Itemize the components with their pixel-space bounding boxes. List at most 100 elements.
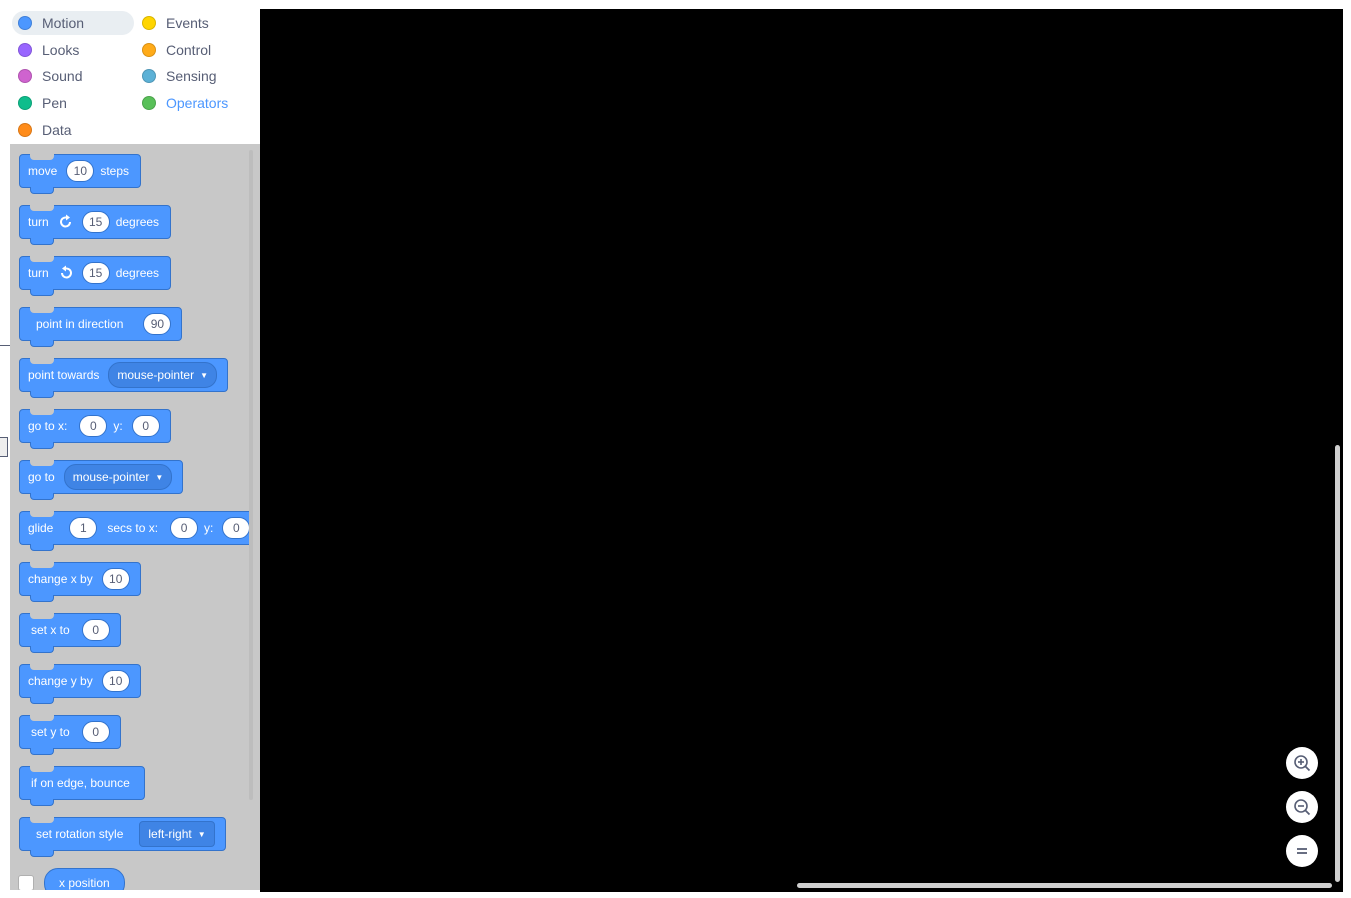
caret-down-icon: ▼ — [200, 370, 209, 380]
category-control[interactable]: Control — [136, 38, 211, 62]
category-sensing[interactable]: Sensing — [136, 64, 217, 88]
zoom-out-button[interactable] — [1286, 791, 1318, 823]
steps-input[interactable]: 10 — [66, 160, 95, 182]
workspace-vertical-scrollbar[interactable] — [1335, 445, 1340, 882]
dropdown-value: left-right — [148, 827, 192, 841]
change-x-block[interactable]: change x by 10 — [19, 562, 141, 602]
block-text: if on edge, bounce — [31, 776, 130, 790]
y-input[interactable]: 0 — [131, 415, 160, 437]
block-text: point towards — [28, 368, 100, 382]
zoom-reset-icon — [1297, 848, 1307, 854]
looks-color-dot — [18, 43, 32, 57]
category-pen[interactable]: Pen — [12, 91, 67, 115]
caret-down-icon: ▼ — [155, 472, 164, 482]
block-text: set y to — [31, 725, 70, 739]
direction-input[interactable]: 90 — [143, 313, 172, 335]
category-label: Control — [166, 42, 212, 58]
block-text: change x by — [28, 572, 93, 586]
y-input[interactable]: 0 — [222, 517, 251, 539]
category-label: Events — [166, 15, 209, 31]
set-y-input[interactable]: 0 — [81, 721, 110, 743]
set-x-block[interactable]: set x to 0 — [19, 613, 121, 653]
dropdown-value: mouse-pointer — [117, 368, 195, 382]
turn-left-block[interactable]: turn 15 degrees — [19, 256, 172, 296]
category-menu: Motion Looks Sound Pen Data Events Contr… — [10, 9, 260, 144]
sound-color-dot — [18, 69, 32, 83]
category-label: Pen — [42, 95, 67, 111]
category-data[interactable]: Data — [12, 118, 72, 142]
control-color-dot — [142, 43, 156, 57]
zoom-in-icon — [1294, 755, 1311, 772]
category-sound[interactable]: Sound — [12, 64, 82, 88]
dropdown-value: mouse-pointer — [72, 470, 150, 484]
sensing-color-dot — [142, 69, 156, 83]
secs-input[interactable]: 1 — [69, 517, 98, 539]
zoom-reset-button[interactable] — [1286, 835, 1318, 867]
block-text: go to x: — [28, 419, 68, 433]
degrees-input[interactable]: 15 — [81, 262, 110, 284]
palette-scrollbar[interactable] — [249, 150, 253, 800]
category-label: Sound — [42, 68, 83, 84]
block-text: steps — [100, 164, 130, 178]
degrees-input[interactable]: 15 — [81, 211, 110, 233]
x-position-checkbox[interactable] — [18, 875, 34, 890]
change-x-input[interactable]: 10 — [101, 568, 130, 590]
x-position-row: x position — [18, 868, 125, 890]
x-input[interactable]: 0 — [170, 517, 199, 539]
block-text: secs to x: — [107, 521, 159, 535]
block-text: set rotation style — [36, 827, 124, 841]
block-text: degrees — [115, 215, 160, 229]
caret-down-icon: ▼ — [197, 829, 206, 839]
zoom-out-icon — [1294, 799, 1311, 816]
set-x-input[interactable]: 0 — [81, 619, 110, 641]
block-text: turn — [28, 266, 49, 280]
glide-block[interactable]: glide 1 secs to x: 0 y: 0 — [19, 511, 251, 551]
block-palette: move 10 steps turn 15 degrees turn 15 de… — [10, 144, 260, 890]
category-label: Operators — [166, 95, 229, 111]
edge-handle[interactable] — [0, 437, 8, 457]
go-to-dropdown[interactable]: mouse-pointer ▼ — [63, 464, 173, 490]
category-looks[interactable]: Looks — [12, 38, 79, 62]
pen-color-dot — [18, 96, 32, 110]
point-towards-block[interactable]: point towards mouse-pointer ▼ — [19, 358, 229, 398]
edge-divider — [0, 345, 10, 346]
go-to-block[interactable]: go to mouse-pointer ▼ — [19, 460, 184, 500]
bounce-block[interactable]: if on edge, bounce — [19, 766, 145, 806]
set-rotation-style-block[interactable]: set rotation style left-right ▼ — [19, 817, 226, 857]
category-operators[interactable]: Operators — [136, 91, 228, 115]
block-text: set x to — [31, 623, 70, 637]
category-label: Looks — [42, 42, 80, 58]
data-color-dot — [18, 123, 32, 137]
block-text: y: — [204, 521, 214, 535]
go-to-xy-block[interactable]: go to x: 0 y: 0 — [19, 409, 171, 449]
block-text: degrees — [115, 266, 160, 280]
turn-right-block[interactable]: turn 15 degrees — [19, 205, 172, 245]
block-text: glide — [28, 521, 54, 535]
category-label: Data — [42, 122, 72, 138]
move-steps-block[interactable]: move 10 steps — [19, 154, 142, 194]
block-text: move — [28, 164, 58, 178]
category-label: Sensing — [166, 68, 217, 84]
script-workspace[interactable] — [260, 9, 1343, 892]
x-input[interactable]: 0 — [79, 415, 108, 437]
block-text: go to — [28, 470, 55, 484]
point-towards-dropdown[interactable]: mouse-pointer ▼ — [108, 362, 218, 388]
change-y-input[interactable]: 10 — [101, 670, 130, 692]
rotate-counterclockwise-icon — [60, 265, 72, 279]
rotate-clockwise-icon — [59, 214, 71, 228]
block-text: y: — [113, 419, 123, 433]
block-text: change y by — [28, 674, 93, 688]
category-motion[interactable]: Motion — [12, 11, 134, 35]
category-events[interactable]: Events — [136, 11, 209, 35]
block-text: point in direction — [36, 317, 124, 331]
rotation-style-dropdown[interactable]: left-right ▼ — [139, 821, 215, 847]
category-label: Motion — [42, 15, 85, 31]
zoom-in-button[interactable] — [1286, 747, 1318, 779]
motion-color-dot — [18, 16, 32, 30]
events-color-dot — [142, 16, 156, 30]
workspace-horizontal-scrollbar[interactable] — [797, 883, 1332, 888]
point-in-direction-block[interactable]: point in direction 90 — [19, 307, 183, 347]
x-position-reporter[interactable]: x position — [44, 868, 125, 890]
set-y-block[interactable]: set y to 0 — [19, 715, 121, 755]
change-y-block[interactable]: change y by 10 — [19, 664, 141, 704]
